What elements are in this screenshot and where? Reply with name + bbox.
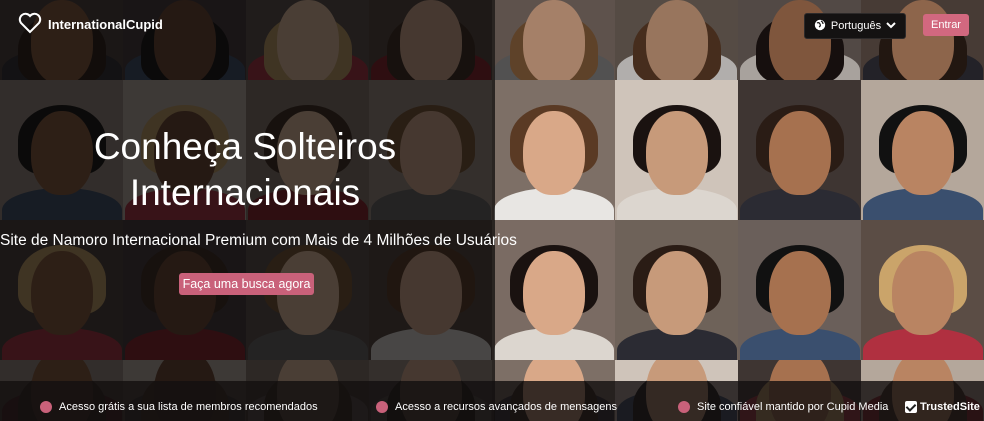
language-label: Português (830, 20, 882, 32)
logo-text: InternationalCupid (48, 17, 163, 32)
hero-title: Conheça Solteiros Internacionais (93, 126, 397, 213)
login-button[interactable]: Entrar (923, 14, 969, 36)
feature-label: Site confiável mantido por Cupid Media (697, 401, 889, 413)
profile-photo (861, 80, 984, 220)
feature-label: Acesso grátis a sua lista de membros rec… (59, 401, 318, 413)
feature-item-trusted-site: Site confiável mantido por Cupid Media (678, 401, 888, 413)
feature-item-free-access: Acesso grátis a sua lista de membros rec… (40, 401, 318, 413)
profile-photo (615, 80, 738, 220)
chevron-down-icon (886, 20, 896, 32)
header-overlay (495, 0, 984, 80)
language-select[interactable]: Português (804, 13, 906, 39)
trustedsite-badge[interactable]: TrustedSite (905, 401, 980, 413)
trustedsite-label: TrustedSite (920, 401, 980, 413)
search-now-button[interactable]: Faça uma busca agora (179, 273, 314, 295)
globe-icon (814, 19, 826, 34)
feature-label: Acesso a recursos avançados de mensagens (395, 401, 617, 413)
dot-icon (678, 401, 690, 413)
profile-photo (492, 80, 615, 220)
dot-icon (376, 401, 388, 413)
dot-icon (40, 401, 52, 413)
logo[interactable]: InternationalCupid (18, 12, 163, 37)
hero-subtitle: Site de Namoro Internacional Premium com… (0, 232, 517, 249)
checkmark-icon (905, 401, 917, 413)
profile-photo (738, 220, 861, 360)
profile-photo (615, 220, 738, 360)
profile-photo (738, 80, 861, 220)
profile-photo (861, 220, 984, 360)
heart-icon (18, 12, 42, 37)
feature-item-messaging: Acesso a recursos avançados de mensagens (376, 401, 617, 413)
